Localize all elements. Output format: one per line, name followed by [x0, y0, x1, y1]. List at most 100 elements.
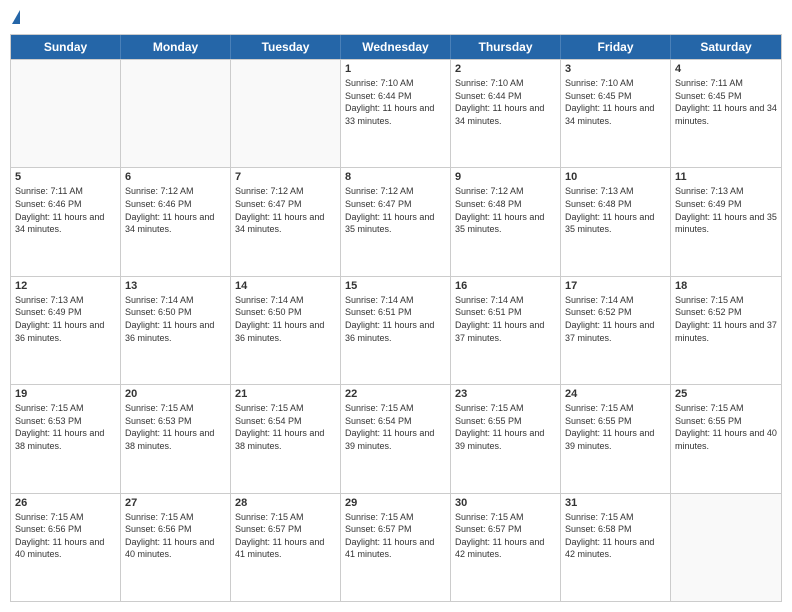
calendar: SundayMondayTuesdayWednesdayThursdayFrid… [10, 34, 782, 602]
cell-info: Sunrise: 7:10 AM Sunset: 6:45 PM Dayligh… [565, 77, 666, 127]
header-day-wednesday: Wednesday [341, 35, 451, 59]
day-number: 9 [455, 171, 556, 183]
calendar-cell: 18Sunrise: 7:15 AM Sunset: 6:52 PM Dayli… [671, 277, 781, 384]
calendar-cell: 15Sunrise: 7:14 AM Sunset: 6:51 PM Dayli… [341, 277, 451, 384]
cell-info: Sunrise: 7:14 AM Sunset: 6:50 PM Dayligh… [235, 294, 336, 344]
day-number: 11 [675, 171, 777, 183]
calendar-cell: 21 Sunrise: 7:15 AM Sunset: 6:54 PM Dayli… [231, 385, 341, 492]
cell-info: Sunrise: 7:15 AM Sunset: 6:54 PM Dayligh… [235, 402, 336, 452]
calendar-cell: 6Sunrise: 7:12 AM Sunset: 6:46 PM Daylig… [121, 168, 231, 275]
day-number: 13 [125, 280, 226, 292]
calendar-cell: 4 Sunrise: 7:11 AM Sunset: 6:45 PM Daylig… [671, 60, 781, 167]
calendar-cell: 23Sunrise: 7:15 AM Sunset: 6:55 PM Dayli… [451, 385, 561, 492]
day-number: 15 [345, 280, 446, 292]
calendar-header: SundayMondayTuesdayWednesdayThursdayFrid… [11, 35, 781, 59]
calendar-cell: 24 Sunrise: 7:15 AM Sunset: 6:55 PM Dayli… [561, 385, 671, 492]
day-number: 8 [345, 171, 446, 183]
header-day-thursday: Thursday [451, 35, 561, 59]
calendar-row-0: 1 Sunrise: 7:10 AM Sunset: 6:44 PM Daylig… [11, 59, 781, 167]
cell-info: Sunrise: 7:14 AM Sunset: 6:52 PM Dayligh… [565, 294, 666, 344]
cell-info: Sunrise: 7:10 AM Sunset: 6:44 PM Dayligh… [455, 77, 556, 127]
day-number: 30 [455, 497, 556, 509]
calendar-cell: 12 Sunrise: 7:13 AM Sunset: 6:49 PM Dayli… [11, 277, 121, 384]
calendar-cell: 8 Sunrise: 7:12 AM Sunset: 6:47 PM Daylig… [341, 168, 451, 275]
calendar-cell: 30 Sunrise: 7:15 AM Sunset: 6:57 PM Dayli… [451, 494, 561, 601]
day-number: 20 [125, 388, 226, 400]
cell-info: Sunrise: 7:11 AM Sunset: 6:45 PM Dayligh… [675, 77, 777, 127]
cell-info: Sunrise: 7:15 AM Sunset: 6:55 PM Dayligh… [455, 402, 556, 452]
cell-info: Sunrise: 7:15 AM Sunset: 6:56 PM Dayligh… [125, 511, 226, 561]
day-number: 10 [565, 171, 666, 183]
calendar-cell: 13 Sunrise: 7:14 AM Sunset: 6:50 PM Dayli… [121, 277, 231, 384]
calendar-cell: 14 Sunrise: 7:14 AM Sunset: 6:50 PM Dayli… [231, 277, 341, 384]
cell-info: Sunrise: 7:15 AM Sunset: 6:53 PM Dayligh… [15, 402, 116, 452]
cell-info: Sunrise: 7:11 AM Sunset: 6:46 PM Dayligh… [15, 185, 116, 235]
calendar-row-3: 19 Sunrise: 7:15 AM Sunset: 6:53 PM Dayli… [11, 384, 781, 492]
day-number: 27 [125, 497, 226, 509]
day-number: 21 [235, 388, 336, 400]
logo-triangle-icon [12, 10, 20, 24]
calendar-body: 1 Sunrise: 7:10 AM Sunset: 6:44 PM Daylig… [11, 59, 781, 601]
header-day-friday: Friday [561, 35, 671, 59]
day-number: 17 [565, 280, 666, 292]
cell-info: Sunrise: 7:13 AM Sunset: 6:49 PM Dayligh… [675, 185, 777, 235]
day-number: 24 [565, 388, 666, 400]
calendar-cell: 27 Sunrise: 7:15 AM Sunset: 6:56 PM Dayli… [121, 494, 231, 601]
day-number: 14 [235, 280, 336, 292]
calendar-cell [11, 60, 121, 167]
cell-info: Sunrise: 7:13 AM Sunset: 6:48 PM Dayligh… [565, 185, 666, 235]
cell-info: Sunrise: 7:12 AM Sunset: 6:47 PM Dayligh… [235, 185, 336, 235]
calendar-cell: 17 Sunrise: 7:14 AM Sunset: 6:52 PM Dayli… [561, 277, 671, 384]
cell-info: Sunrise: 7:15 AM Sunset: 6:57 PM Dayligh… [455, 511, 556, 561]
cell-info: Sunrise: 7:13 AM Sunset: 6:49 PM Dayligh… [15, 294, 116, 344]
calendar-cell: 26 Sunrise: 7:15 AM Sunset: 6:56 PM Dayli… [11, 494, 121, 601]
day-number: 1 [345, 63, 446, 75]
calendar-cell [231, 60, 341, 167]
cell-info: Sunrise: 7:12 AM Sunset: 6:47 PM Dayligh… [345, 185, 446, 235]
day-number: 29 [345, 497, 446, 509]
calendar-cell [671, 494, 781, 601]
calendar-cell: 28 Sunrise: 7:15 AM Sunset: 6:57 PM Dayli… [231, 494, 341, 601]
calendar-cell: 5 Sunrise: 7:11 AM Sunset: 6:46 PM Daylig… [11, 168, 121, 275]
day-number: 7 [235, 171, 336, 183]
calendar-cell: 22Sunrise: 7:15 AM Sunset: 6:54 PM Dayli… [341, 385, 451, 492]
header [10, 10, 782, 26]
page: SundayMondayTuesdayWednesdayThursdayFrid… [0, 0, 792, 612]
header-day-tuesday: Tuesday [231, 35, 341, 59]
calendar-cell: 29 Sunrise: 7:15 AM Sunset: 6:57 PM Dayli… [341, 494, 451, 601]
calendar-cell: 2 Sunrise: 7:10 AM Sunset: 6:44 PM Daylig… [451, 60, 561, 167]
calendar-cell: 31Sunrise: 7:15 AM Sunset: 6:58 PM Dayli… [561, 494, 671, 601]
cell-info: Sunrise: 7:14 AM Sunset: 6:51 PM Dayligh… [455, 294, 556, 344]
calendar-cell: 10 Sunrise: 7:13 AM Sunset: 6:48 PM Dayli… [561, 168, 671, 275]
calendar-cell: 9 Sunrise: 7:12 AM Sunset: 6:48 PM Daylig… [451, 168, 561, 275]
day-number: 3 [565, 63, 666, 75]
cell-info: Sunrise: 7:15 AM Sunset: 6:55 PM Dayligh… [565, 402, 666, 452]
calendar-cell [121, 60, 231, 167]
day-number: 4 [675, 63, 777, 75]
day-number: 19 [15, 388, 116, 400]
day-number: 2 [455, 63, 556, 75]
day-number: 16 [455, 280, 556, 292]
header-day-monday: Monday [121, 35, 231, 59]
cell-info: Sunrise: 7:15 AM Sunset: 6:53 PM Dayligh… [125, 402, 226, 452]
logo [10, 10, 20, 26]
calendar-row-4: 26 Sunrise: 7:15 AM Sunset: 6:56 PM Dayli… [11, 493, 781, 601]
cell-info: Sunrise: 7:15 AM Sunset: 6:52 PM Dayligh… [675, 294, 777, 344]
calendar-cell: 20 Sunrise: 7:15 AM Sunset: 6:53 PM Dayli… [121, 385, 231, 492]
day-number: 31 [565, 497, 666, 509]
cell-info: Sunrise: 7:14 AM Sunset: 6:50 PM Dayligh… [125, 294, 226, 344]
calendar-cell: 11 Sunrise: 7:13 AM Sunset: 6:49 PM Dayli… [671, 168, 781, 275]
day-number: 12 [15, 280, 116, 292]
cell-info: Sunrise: 7:15 AM Sunset: 6:56 PM Dayligh… [15, 511, 116, 561]
calendar-row-1: 5 Sunrise: 7:11 AM Sunset: 6:46 PM Daylig… [11, 167, 781, 275]
day-number: 5 [15, 171, 116, 183]
cell-info: Sunrise: 7:12 AM Sunset: 6:48 PM Dayligh… [455, 185, 556, 235]
cell-info: Sunrise: 7:15 AM Sunset: 6:57 PM Dayligh… [345, 511, 446, 561]
day-number: 26 [15, 497, 116, 509]
day-number: 28 [235, 497, 336, 509]
calendar-cell: 7 Sunrise: 7:12 AM Sunset: 6:47 PM Daylig… [231, 168, 341, 275]
cell-info: Sunrise: 7:15 AM Sunset: 6:57 PM Dayligh… [235, 511, 336, 561]
cell-info: Sunrise: 7:15 AM Sunset: 6:54 PM Dayligh… [345, 402, 446, 452]
calendar-cell: 19 Sunrise: 7:15 AM Sunset: 6:53 PM Dayli… [11, 385, 121, 492]
cell-info: Sunrise: 7:12 AM Sunset: 6:46 PM Dayligh… [125, 185, 226, 235]
